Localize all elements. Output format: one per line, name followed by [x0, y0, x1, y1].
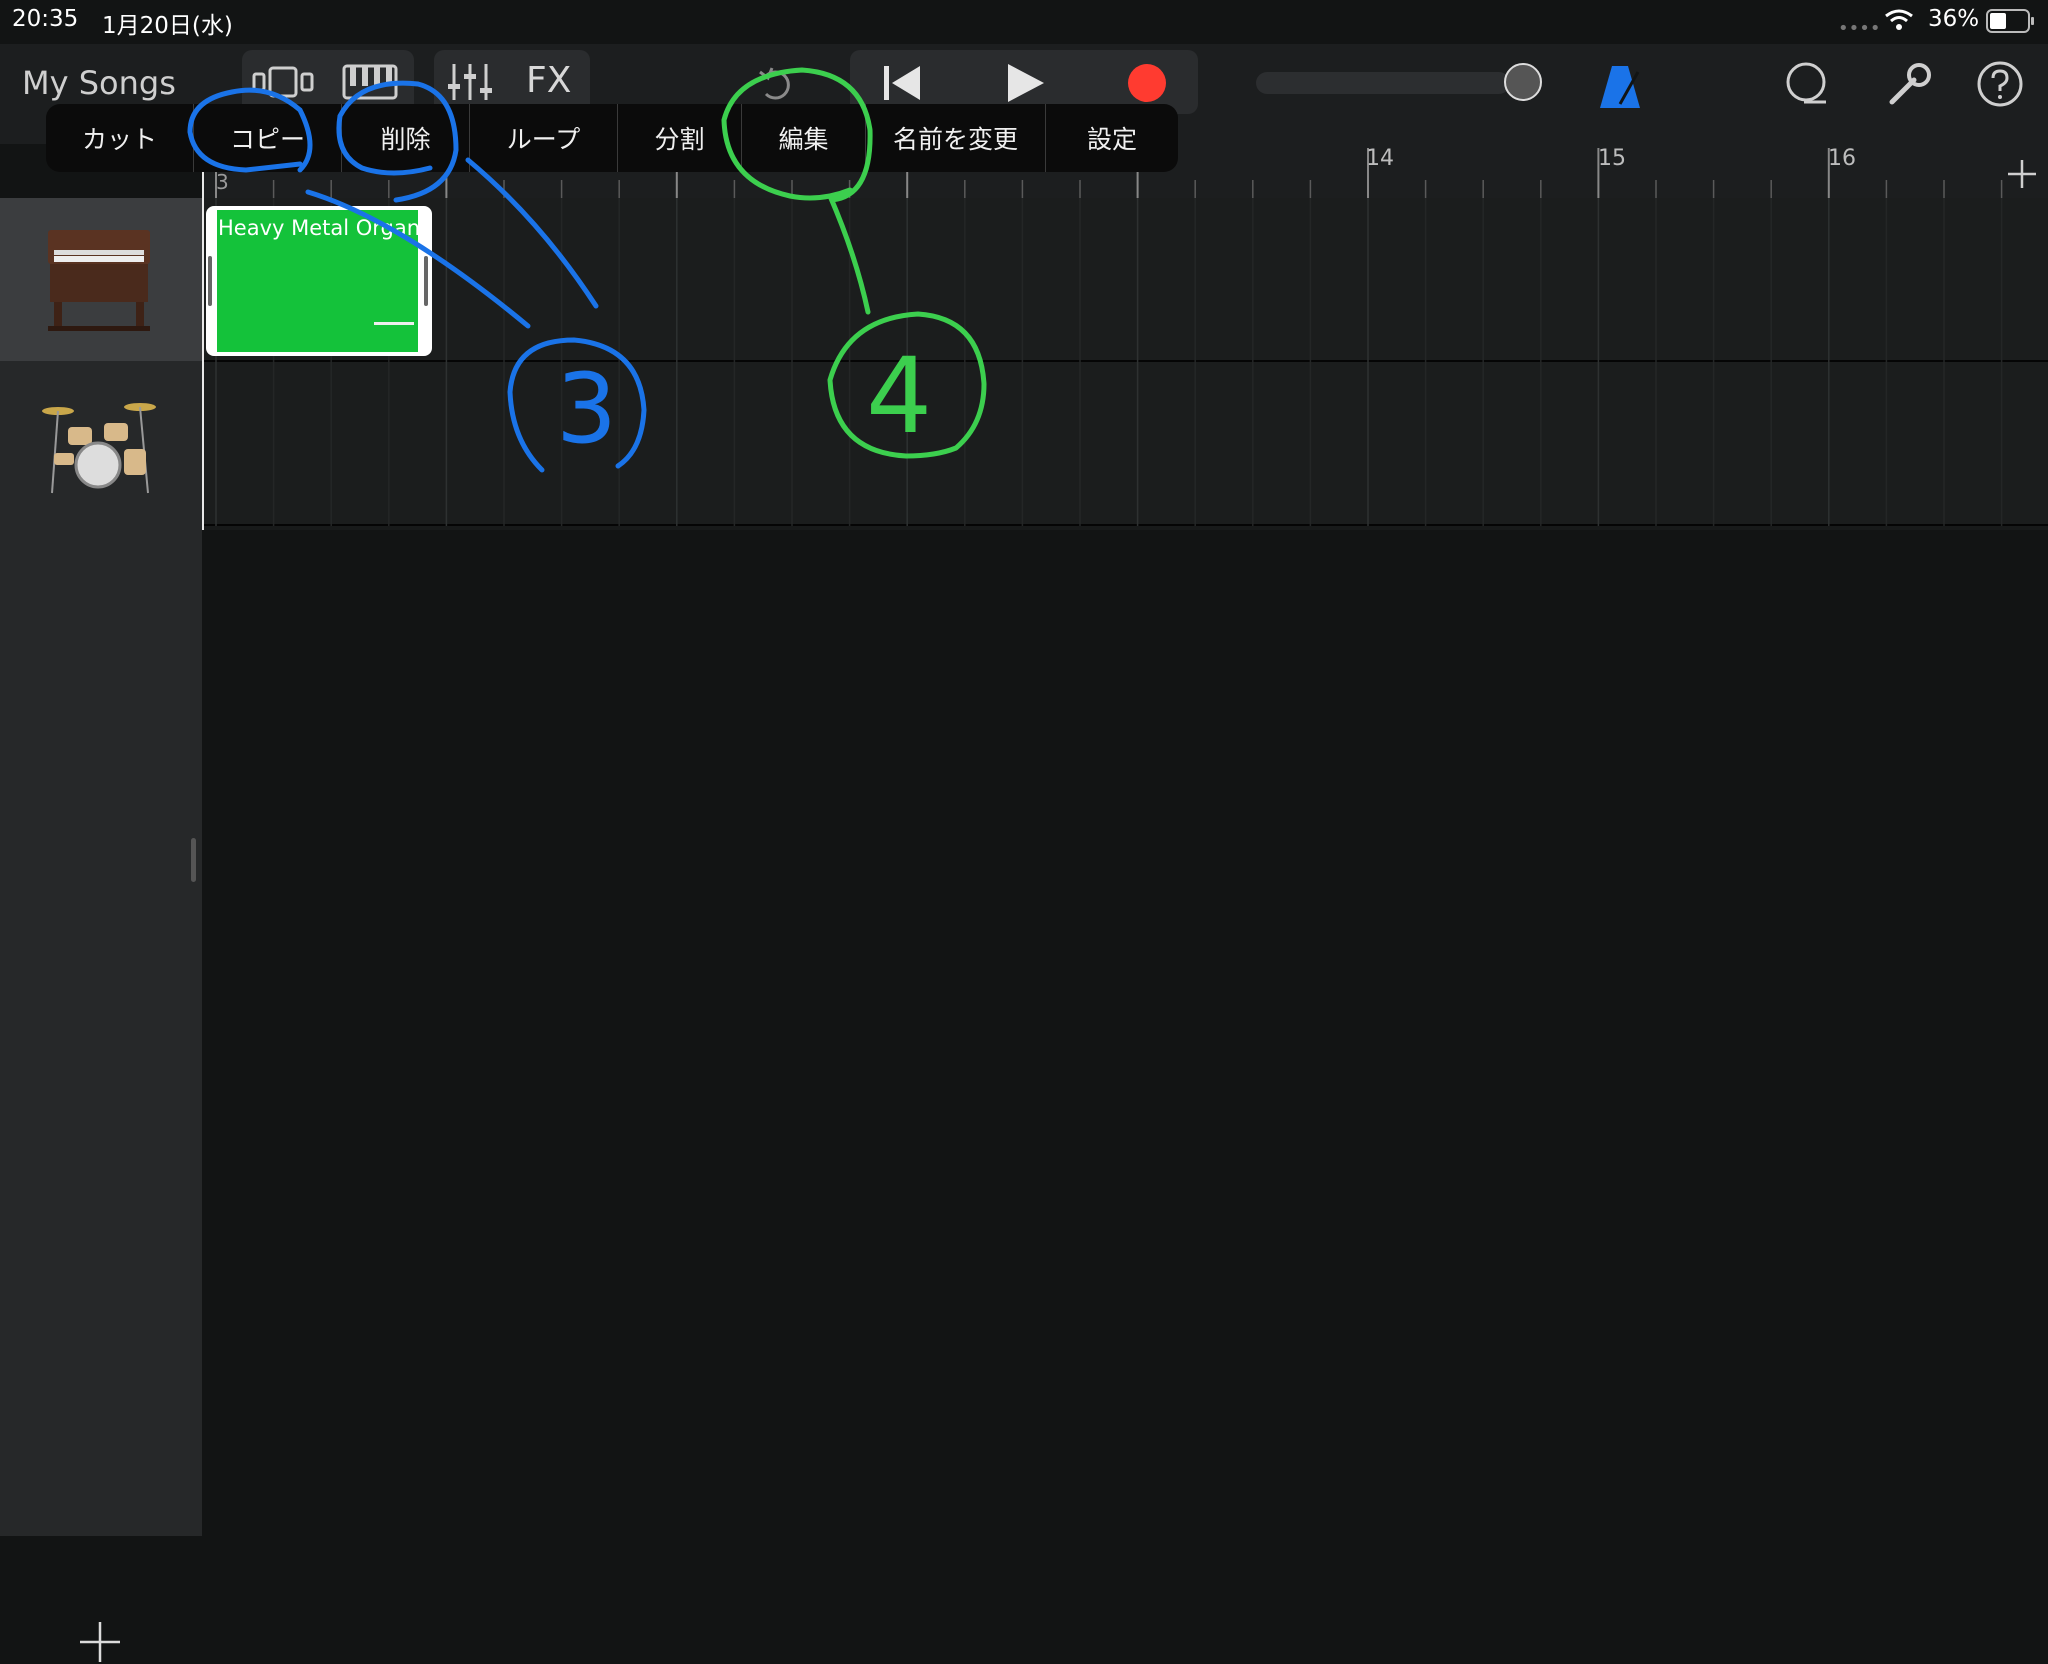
ruler-mark-14: 14: [1366, 146, 1394, 171]
battery-icon: [1986, 9, 2034, 33]
tracks-area: [202, 198, 2048, 530]
menu-edit[interactable]: 編集: [742, 104, 866, 172]
metronome-icon[interactable]: [1598, 64, 1642, 110]
region-loop-marker: [374, 322, 414, 325]
tracks-view-icon[interactable]: [342, 64, 398, 100]
play-icon[interactable]: [1004, 62, 1046, 104]
status-bar: 20:35 1月20日(水) •••• 36%: [0, 0, 2048, 44]
record-icon[interactable]: [1126, 62, 1168, 104]
menu-copy[interactable]: コピー: [194, 104, 342, 172]
track-header-drums[interactable]: [0, 363, 202, 526]
loop-icon[interactable]: [1784, 62, 1828, 106]
status-date: 1月20日(水): [102, 13, 233, 39]
mixer-icon[interactable]: [446, 62, 494, 102]
audio-region-selected[interactable]: Heavy Metal Organ: [206, 206, 432, 356]
volume-slider[interactable]: [1256, 63, 1542, 101]
wifi-icon: [1885, 9, 1913, 30]
help-icon[interactable]: [1976, 60, 2024, 108]
sidebar-resize-handle[interactable]: [191, 838, 196, 882]
playhead[interactable]: [202, 170, 204, 530]
add-track-icon[interactable]: [78, 1620, 122, 1664]
browser-icon[interactable]: [252, 62, 314, 102]
menu-loop[interactable]: ループ: [470, 104, 618, 172]
region-name: Heavy Metal Organ: [218, 216, 421, 240]
rewind-icon[interactable]: [882, 64, 922, 102]
region-context-menu: カット コピー 削除 ループ 分割 編集 名前を変更 設定: [46, 104, 1178, 172]
track-headers: [0, 198, 202, 1662]
add-section-icon[interactable]: [2006, 158, 2038, 190]
region-right-handle[interactable]: [424, 256, 428, 306]
ruler-mark-15: 15: [1598, 146, 1626, 171]
my-songs-button[interactable]: My Songs: [22, 64, 176, 102]
ruler-mark-16: 16: [1828, 146, 1856, 171]
volume-knob[interactable]: [1504, 63, 1542, 101]
battery-percent: 36%: [1928, 6, 1980, 32]
settings-wrench-icon[interactable]: [1886, 62, 1932, 108]
menu-split[interactable]: 分割: [618, 104, 742, 172]
fx-button[interactable]: FX: [526, 60, 571, 101]
menu-cut[interactable]: カット: [46, 104, 194, 172]
empty-workspace[interactable]: [202, 530, 2048, 1536]
menu-rename[interactable]: 名前を変更: [866, 104, 1046, 172]
status-time: 20:35: [12, 6, 79, 32]
drum-kit-icon: [42, 403, 156, 494]
ruler-mark-3: 3: [216, 170, 229, 194]
grid-lines: [215, 198, 2003, 526]
menu-delete[interactable]: 削除: [342, 104, 470, 172]
region-left-handle[interactable]: [208, 256, 212, 306]
organ-icon: [48, 230, 150, 331]
cellular-icon: ••••: [1838, 18, 1881, 39]
menu-settings[interactable]: 設定: [1046, 104, 1178, 172]
undo-icon[interactable]: [756, 62, 796, 102]
track-header-organ[interactable]: [0, 198, 202, 361]
